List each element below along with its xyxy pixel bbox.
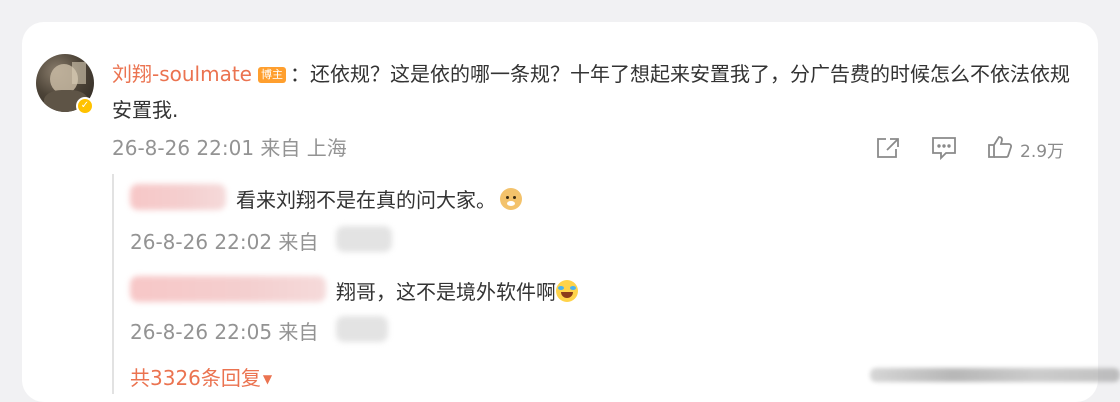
more-replies-label: 共3326条回复 (130, 366, 261, 390)
share-icon[interactable] (874, 135, 902, 161)
verified-badge-icon: ✓ (76, 97, 94, 115)
reply-timestamp: 26-8-26 22:05 (130, 320, 273, 344)
comment-meta: 26-8-26 22:01 来自 上海 (112, 132, 347, 161)
reply-content: 看来刘翔不是在真的问大家。 (236, 184, 522, 213)
comment-text: 还依规？这是依的哪一条规？十年了想起来安置我了，分广告费的时候怎么不依法依规安置… (112, 62, 1070, 122)
reply-location-prefix: 来自 (278, 320, 319, 344)
reply-meta: 26-8-26 22:05 来自 (130, 316, 318, 345)
comment-icon[interactable] (930, 135, 958, 161)
comment-content: 刘翔-soulmate 博主 ：还依规？这是依的哪一条规？十年了想起来安置我了，分广… (112, 56, 1072, 128)
doge-emoji (500, 188, 522, 210)
reply-location-blurred (336, 226, 392, 252)
watermark-blurred (870, 368, 1120, 382)
reply-text: 翔哥，这不是境外软件啊 (336, 280, 556, 304)
reply-location-blurred (336, 316, 388, 342)
reply-text: 看来刘翔不是在真的问大家。 (236, 188, 496, 212)
reply-content: 翔哥，这不是境外软件啊 (336, 276, 578, 305)
reply-location-prefix: 来自 (278, 230, 319, 254)
like-count: 2.9万 (1020, 142, 1065, 162)
reply-meta: 26-8-26 22:02 来自 (130, 226, 318, 255)
laugh-cry-emoji (556, 280, 578, 302)
reply-username-blurred[interactable] (130, 276, 326, 302)
thumbs-up-icon[interactable] (986, 134, 1014, 160)
reply-username-blurred[interactable] (130, 184, 226, 210)
more-replies-link[interactable]: 共3326条回复 ▼ (130, 362, 272, 391)
comment-timestamp: 26-8-26 22:01 (112, 136, 255, 160)
comment-separator: ： (290, 62, 310, 86)
caret-down-icon: ▼ (262, 372, 273, 386)
reply-timestamp: 26-8-26 22:02 (130, 230, 273, 254)
blogger-badge: 博主 (258, 67, 286, 83)
comment-username[interactable]: 刘翔-soulmate (112, 62, 252, 86)
comment-location: 来自 上海 (260, 136, 347, 160)
